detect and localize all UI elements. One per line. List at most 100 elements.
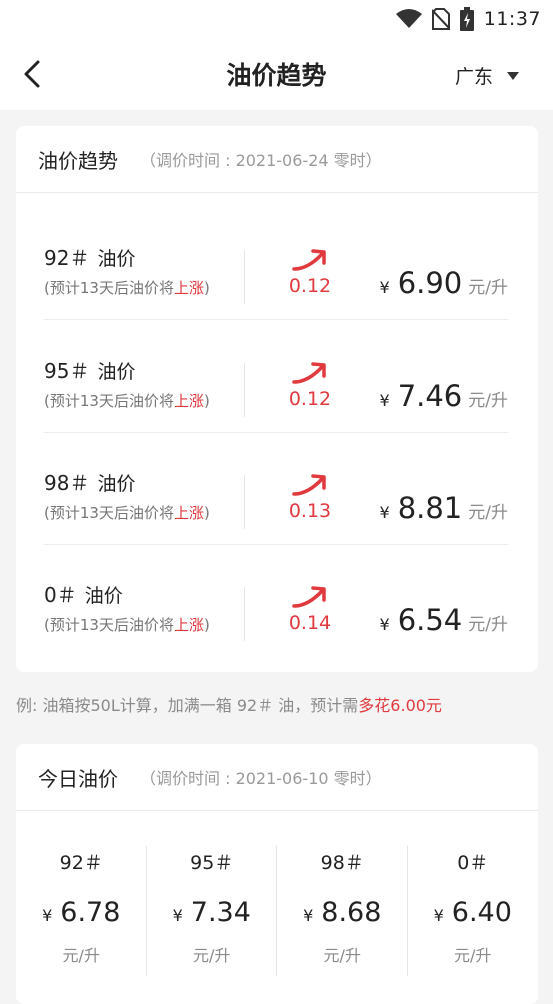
trend-card: 油价趋势 （调价时间 : 2021-06-24 零时） 92＃ 油价 (预计13天… bbox=[16, 126, 538, 672]
fuel-note: (预计13天后油价将上涨) bbox=[44, 390, 210, 411]
today-price-row: ¥ 7.34 bbox=[147, 897, 278, 928]
price-unit: 元/升 bbox=[468, 391, 508, 411]
divider bbox=[244, 587, 245, 641]
fuel-price: 7.46 bbox=[397, 379, 463, 413]
currency-symbol: ¥ bbox=[433, 906, 444, 925]
today-grade: 95＃ bbox=[190, 852, 234, 874]
today-price: 7.34 bbox=[190, 897, 251, 928]
fuel-grade: 92＃ bbox=[44, 246, 90, 270]
today-grade: 98＃ bbox=[320, 852, 364, 874]
example-emphasis: 多花6.00元 bbox=[358, 696, 442, 715]
price-delta: 0.12 bbox=[288, 388, 332, 410]
trend-row-95[interactable]: 95＃ 油价 (预计13天后油价将上涨) 0.12 ¥ 7.46 元/升 bbox=[44, 321, 508, 433]
fuel-name: 0＃ 油价 bbox=[44, 579, 123, 608]
price-block: ¥ 7.46 元/升 bbox=[380, 379, 509, 413]
today-card-header: 今日油价 （调价时间 : 2021-06-10 零时） bbox=[16, 744, 538, 811]
price-block: ¥ 8.81 元/升 bbox=[380, 491, 509, 525]
currency-symbol: ¥ bbox=[172, 906, 183, 925]
today-unit: 元/升 bbox=[454, 946, 492, 965]
fuel-grade: 0＃ bbox=[44, 583, 77, 607]
wifi-icon bbox=[395, 9, 422, 28]
price-delta: 0.12 bbox=[288, 275, 332, 297]
trend-up-arrow-icon bbox=[292, 249, 326, 271]
today-adjust-time: （调价时间 : 2021-06-10 零时） bbox=[140, 769, 382, 788]
currency-symbol: ¥ bbox=[379, 503, 390, 522]
caret-down-icon bbox=[507, 71, 519, 80]
currency-symbol: ¥ bbox=[379, 615, 390, 634]
today-grade: 92＃ bbox=[59, 852, 103, 874]
trend-row-92[interactable]: 92＃ 油价 (预计13天后油价将上涨) 0.12 ¥ 6.90 元/升 bbox=[44, 208, 508, 320]
price-unit: 元/升 bbox=[468, 278, 508, 298]
region-selector[interactable]: 广东 bbox=[455, 62, 519, 89]
price-unit: 元/升 bbox=[468, 615, 508, 635]
trend-card-title: 油价趋势 bbox=[38, 148, 118, 173]
note-prefix: (预计13天后油价将 bbox=[44, 616, 174, 634]
today-price-row: ¥ 6.78 bbox=[16, 897, 147, 928]
today-card-title: 今日油价 bbox=[38, 766, 118, 791]
region-label: 广东 bbox=[454, 66, 493, 88]
example-text: 例: 油箱按50L计算，加满一箱 92＃ 油，预计需 bbox=[16, 696, 359, 715]
fuel-grade: 95＃ bbox=[44, 359, 90, 383]
fuel-label: 油价 bbox=[97, 361, 136, 383]
price-block: ¥ 6.90 元/升 bbox=[380, 266, 509, 300]
today-price-row: ¥ 6.40 bbox=[408, 897, 539, 928]
nav-bar: 油价趋势 广东 bbox=[0, 38, 553, 110]
today-card: 今日油价 （调价时间 : 2021-06-10 零时） 92＃ ¥ 6.78 元… bbox=[16, 744, 538, 1004]
today-grade: 0＃ bbox=[457, 852, 489, 874]
today-unit: 元/升 bbox=[193, 946, 231, 965]
fuel-note: (预计13天后油价将上涨) bbox=[44, 277, 210, 298]
trend-adjust-time: （调价时间 : 2021-06-24 零时） bbox=[140, 151, 382, 170]
today-price: 6.78 bbox=[60, 897, 121, 928]
today-item-92[interactable]: 92＃ ¥ 6.78 元/升 bbox=[16, 826, 147, 976]
today-price: 8.68 bbox=[321, 897, 382, 928]
note-emphasis: 上涨 bbox=[173, 279, 204, 297]
today-unit: 元/升 bbox=[323, 946, 361, 965]
divider bbox=[244, 475, 245, 529]
status-bar: 11:37 bbox=[0, 0, 553, 38]
today-item-95[interactable]: 95＃ ¥ 7.34 元/升 bbox=[147, 826, 278, 976]
note-prefix: (预计13天后油价将 bbox=[44, 504, 174, 522]
note-emphasis: 上涨 bbox=[173, 504, 204, 522]
price-delta: 0.14 bbox=[288, 612, 332, 634]
fuel-label: 油价 bbox=[84, 585, 123, 607]
note-prefix: (预计13天后油价将 bbox=[44, 392, 174, 410]
note-suffix: ) bbox=[203, 279, 210, 297]
fuel-name: 92＃ 油价 bbox=[44, 242, 135, 271]
battery-charging-icon bbox=[459, 7, 474, 31]
cost-example-note: 例: 油箱按50L计算，加满一箱 92＃ 油，预计需多花6.00元 bbox=[16, 692, 442, 716]
today-item-0[interactable]: 0＃ ¥ 6.40 元/升 bbox=[408, 826, 539, 976]
note-emphasis: 上涨 bbox=[173, 616, 204, 634]
today-price-row: ¥ 8.68 bbox=[277, 897, 408, 928]
fuel-note: (预计13天后油价将上涨) bbox=[44, 502, 210, 523]
trend-row-0[interactable]: 0＃ 油价 (预计13天后油价将上涨) 0.14 ¥ 6.54 元/升 bbox=[44, 545, 508, 657]
note-emphasis: 上涨 bbox=[173, 392, 204, 410]
today-price: 6.40 bbox=[451, 897, 512, 928]
currency-symbol: ¥ bbox=[42, 906, 53, 925]
fuel-price: 6.90 bbox=[397, 266, 463, 300]
fuel-note: (预计13天后油价将上涨) bbox=[44, 614, 210, 635]
fuel-name: 95＃ 油价 bbox=[44, 355, 135, 384]
trend-row-98[interactable]: 98＃ 油价 (预计13天后油价将上涨) 0.13 ¥ 8.81 元/升 bbox=[44, 433, 508, 545]
fuel-price: 8.81 bbox=[397, 491, 463, 525]
no-sim-icon bbox=[431, 8, 450, 30]
divider bbox=[244, 363, 245, 417]
note-suffix: ) bbox=[203, 504, 210, 522]
price-block: ¥ 6.54 元/升 bbox=[380, 603, 509, 637]
fuel-name: 98＃ 油价 bbox=[44, 467, 135, 496]
fuel-label: 油价 bbox=[97, 248, 136, 270]
today-price-grid: 92＃ ¥ 6.78 元/升 95＃ ¥ 7.34 元/升 98＃ ¥ 8.68… bbox=[16, 826, 538, 976]
note-suffix: ) bbox=[203, 616, 210, 634]
fuel-label: 油价 bbox=[97, 473, 136, 495]
currency-symbol: ¥ bbox=[303, 906, 314, 925]
today-unit: 元/升 bbox=[62, 946, 100, 965]
divider bbox=[244, 250, 245, 304]
note-prefix: (预计13天后油价将 bbox=[44, 279, 174, 297]
fuel-price: 6.54 bbox=[397, 603, 463, 637]
status-time: 11:37 bbox=[483, 8, 541, 30]
today-item-98[interactable]: 98＃ ¥ 8.68 元/升 bbox=[277, 826, 408, 976]
price-delta: 0.13 bbox=[288, 500, 332, 522]
currency-symbol: ¥ bbox=[379, 391, 390, 410]
price-unit: 元/升 bbox=[468, 503, 508, 523]
currency-symbol: ¥ bbox=[379, 278, 390, 297]
status-icons: 11:37 bbox=[395, 7, 541, 31]
